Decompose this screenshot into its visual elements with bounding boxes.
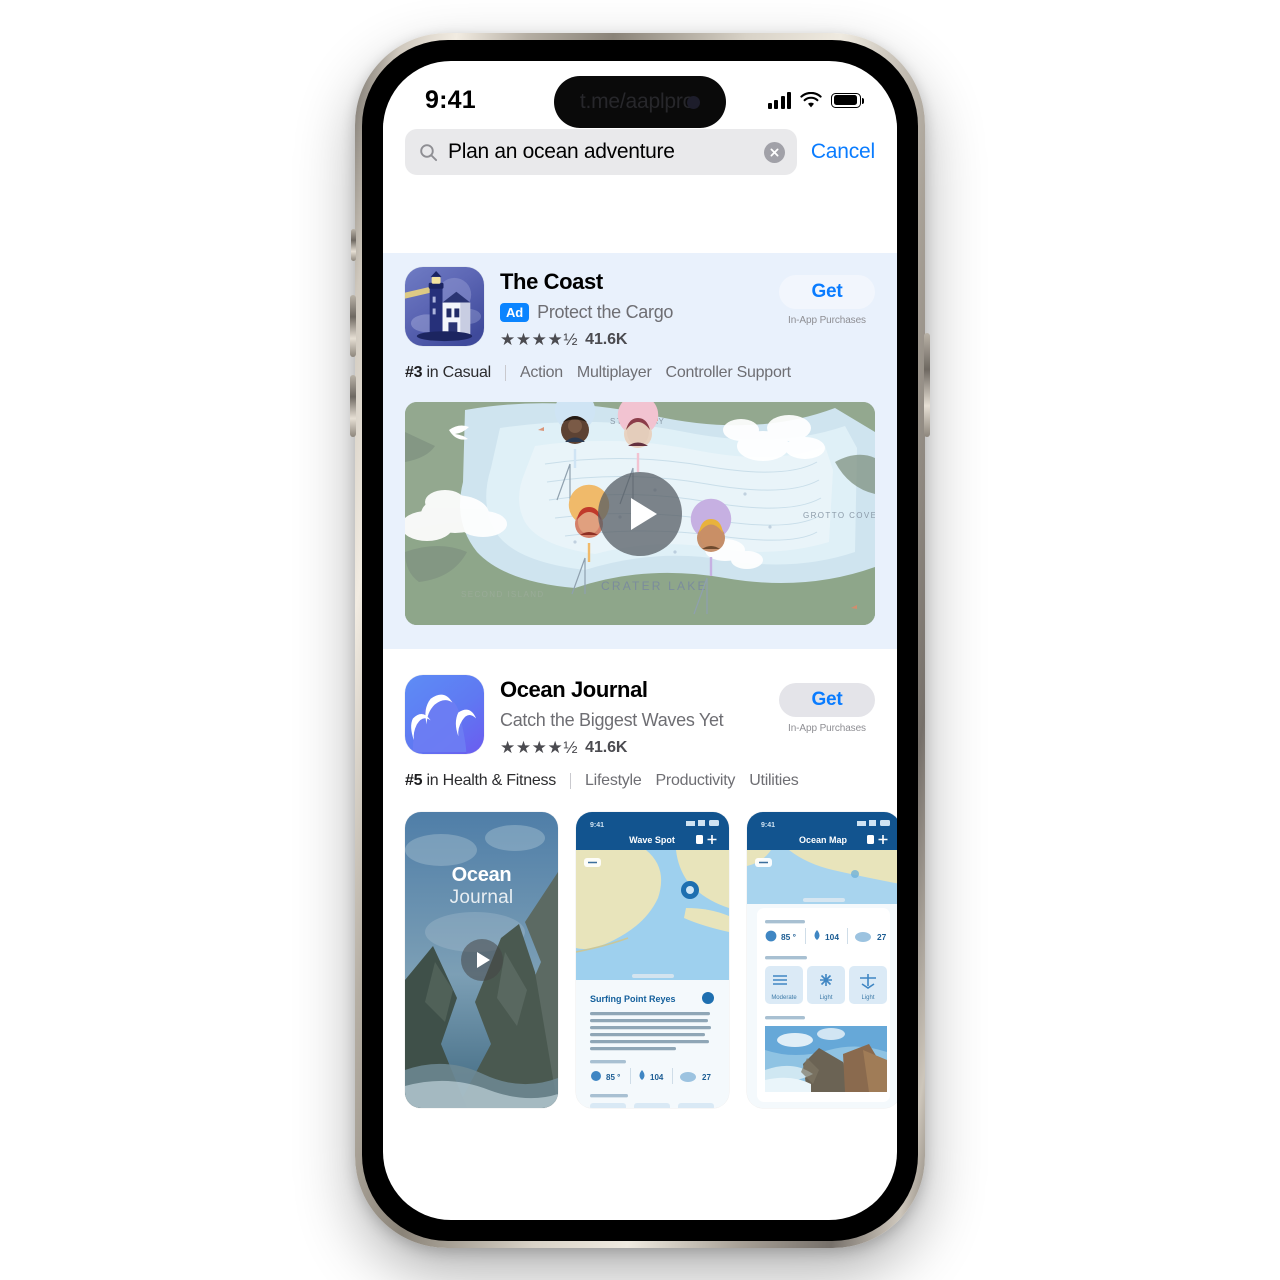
category-tag[interactable]: Controller Support — [666, 364, 792, 382]
star-rating-icon: ★★★★½ — [500, 738, 579, 757]
rank-number: #5 — [405, 772, 423, 789]
app-subtitle-row: Catch the Biggest Waves Yet — [500, 710, 763, 731]
result-card-the-coast[interactable]: The Coast Ad Protect the Cargo ★★★★½ 41.… — [383, 253, 897, 649]
iphone-device-frame: 9:41 t.me/aaplpro Plan an ocean adventur… — [350, 33, 930, 1248]
screenshot-ocean-map[interactable]: 9:41 Ocean Map 85 ° 104 27 Moderate Ligh… — [747, 812, 897, 1108]
device-screen: 9:41 t.me/aaplpro Plan an ocean adventur… — [383, 61, 897, 1220]
cancel-button[interactable]: Cancel — [811, 140, 875, 164]
screenshot-carousel[interactable]: Ocean Journal 9:41 Wave Spot Surfing Poi… — [383, 790, 897, 1108]
video-preview-map[interactable]: STEEL BAY GROTTO COVE CRATER LAKE SECOND… — [405, 402, 875, 625]
svg-text:104: 104 — [825, 932, 839, 942]
svg-text:9:41: 9:41 — [761, 822, 775, 829]
get-button-group: Get In-App Purchases — [779, 675, 875, 734]
category-tag[interactable]: Multiplayer — [577, 364, 652, 382]
volume-down-button[interactable] — [350, 375, 356, 437]
wifi-icon — [800, 91, 822, 107]
dynamic-island-label: t.me/aaplpro — [579, 90, 695, 113]
svg-text:Light: Light — [819, 995, 832, 1001]
screenshot-video-thumb[interactable]: Ocean Journal — [405, 812, 558, 1108]
screenshot-title-bold: Ocean — [451, 864, 512, 886]
svg-text:9:41: 9:41 — [590, 822, 604, 829]
in-app-purchases-label: In-App Purchases — [788, 723, 866, 734]
get-button[interactable]: Get — [779, 275, 875, 309]
search-query-text: Plan an ocean adventure — [448, 140, 675, 163]
app-subtitle: Protect the Cargo — [537, 302, 674, 322]
app-summary-row: Ocean Journal Catch the Biggest Waves Ye… — [383, 675, 897, 758]
search-bar: Plan an ocean adventure Cancel — [383, 123, 897, 191]
status-bar-time: 9:41 — [425, 85, 476, 114]
get-button-group: Get In-App Purchases — [779, 267, 875, 326]
status-bar: 9:41 t.me/aaplpro — [383, 61, 897, 128]
rating-count: 41.6K — [585, 331, 628, 348]
status-bar-indicators — [767, 91, 865, 109]
search-input[interactable]: Plan an ocean adventure — [405, 129, 797, 175]
app-subtitle-row: Ad Protect the Cargo — [500, 302, 763, 323]
svg-text:Surfing Point Reyes: Surfing Point Reyes — [590, 994, 676, 1004]
app-rating: ★★★★½ 41.6K — [500, 330, 763, 350]
svg-text:85 °: 85 ° — [606, 1073, 620, 1082]
front-camera-dot — [687, 95, 701, 109]
divider — [570, 773, 572, 789]
svg-text:104: 104 — [650, 1073, 664, 1082]
play-icon[interactable] — [598, 471, 682, 556]
svg-text:27: 27 — [877, 932, 887, 942]
lighthouse-app-icon[interactable] — [405, 267, 484, 346]
signal-bars-icon — [767, 91, 791, 109]
svg-text:CRATER LAKE: CRATER LAKE — [601, 579, 708, 593]
waves-app-icon[interactable] — [405, 675, 484, 754]
rank-category: in Casual — [426, 364, 492, 381]
category-tag[interactable]: Action — [520, 364, 563, 382]
divider — [504, 365, 506, 381]
rank-number: #3 — [405, 364, 423, 381]
dynamic-island: t.me/aaplpro — [554, 76, 726, 128]
app-rating: ★★★★½ 41.6K — [500, 738, 763, 758]
app-rank: #3 in Casual — [405, 364, 491, 382]
category-row: #3 in Casual Action Multiplayer Controll… — [383, 350, 897, 382]
screenshot-wave-spot[interactable]: 9:41 Wave Spot Surfing Point Reyes 85 ° … — [576, 812, 729, 1108]
svg-text:SECOND ISLAND: SECOND ISLAND — [461, 590, 545, 599]
search-results-list[interactable]: The Coast Ad Protect the Cargo ★★★★½ 41.… — [383, 191, 897, 1220]
category-tag[interactable]: Utilities — [749, 772, 799, 790]
star-rating-icon: ★★★★½ — [500, 330, 579, 349]
play-icon[interactable] — [460, 939, 503, 981]
get-button[interactable]: Get — [779, 683, 875, 717]
clear-circle-icon[interactable] — [763, 141, 785, 163]
app-text-block: The Coast Ad Protect the Cargo ★★★★½ 41.… — [500, 267, 763, 350]
category-tag[interactable]: Productivity — [655, 772, 735, 790]
category-tag[interactable]: Lifestyle — [585, 772, 642, 790]
volume-up-button[interactable] — [350, 295, 356, 357]
result-card-ocean-journal[interactable]: Ocean Journal Catch the Biggest Waves Ye… — [383, 649, 897, 1108]
category-row: #5 in Health & Fitness Lifestyle Product… — [383, 758, 897, 790]
silent-switch[interactable] — [351, 229, 356, 261]
app-title: The Coast — [500, 269, 603, 294]
svg-text:Light: Light — [861, 995, 874, 1001]
app-rank: #5 in Health & Fitness — [405, 772, 556, 790]
power-button[interactable] — [924, 333, 930, 437]
svg-text:27: 27 — [702, 1073, 711, 1082]
rating-count: 41.6K — [585, 739, 628, 756]
device-bezel: 9:41 t.me/aaplpro Plan an ocean adventur… — [362, 40, 918, 1241]
ad-badge: Ad — [500, 303, 530, 322]
svg-text:Ocean Map: Ocean Map — [799, 835, 848, 845]
screenshot-stage: 9:41 t.me/aaplpro Plan an ocean adventur… — [0, 0, 1280, 1280]
svg-text:85 °: 85 ° — [781, 932, 796, 942]
battery-full-icon — [831, 92, 865, 108]
svg-text:Wave Spot: Wave Spot — [629, 835, 675, 845]
search-icon — [420, 143, 438, 161]
rank-category: in Health & Fitness — [426, 772, 557, 789]
app-text-block: Ocean Journal Catch the Biggest Waves Ye… — [500, 675, 763, 758]
svg-text:Moderate: Moderate — [771, 995, 797, 1001]
in-app-purchases-label: In-App Purchases — [788, 315, 866, 326]
app-title: Ocean Journal — [500, 677, 648, 702]
svg-text:GROTTO COVE: GROTTO COVE — [803, 511, 875, 520]
app-subtitle: Catch the Biggest Waves Yet — [500, 710, 724, 730]
screenshot-title: Ocean Journal — [405, 864, 558, 909]
app-summary-row: The Coast Ad Protect the Cargo ★★★★½ 41.… — [383, 267, 897, 350]
screenshot-title-light: Journal — [449, 887, 514, 908]
